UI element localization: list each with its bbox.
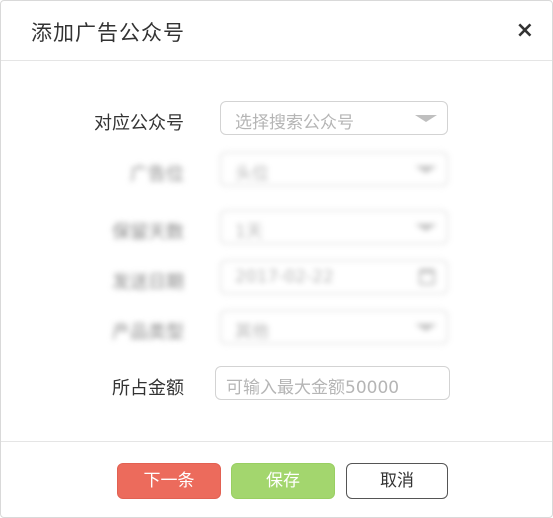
product-type-label: 产品类型 (112, 322, 184, 343)
form-row-ad-slot: 广告位 头位 (1, 152, 552, 188)
chevron-down-icon (415, 166, 437, 173)
add-ad-account-dialog: 添加广告公众号 × 对应公众号 选择搜索公众号 广告位 头位 保留天数 1天 发… (0, 0, 553, 518)
form-row-account: 对应公众号 选择搜索公众号 (1, 101, 552, 137)
amount-label: 所占金额 (112, 378, 184, 399)
keep-days-select[interactable]: 1天 (220, 210, 448, 244)
close-icon[interactable]: × (516, 19, 534, 43)
amount-placeholder: 可输入最大金额50000 (226, 378, 400, 398)
form-row-send-date: 发送日期 2017-02-22 (1, 260, 552, 296)
ad-slot-select[interactable]: 头位 (220, 152, 448, 186)
form-row-product-type: 产品类型 其他 (1, 310, 552, 346)
save-button[interactable]: 保存 (231, 463, 335, 499)
product-type-value: 其他 (235, 322, 269, 342)
account-label: 对应公众号 (94, 113, 184, 134)
chevron-down-icon (415, 115, 437, 122)
keep-days-label: 保留天数 (112, 222, 184, 243)
account-select[interactable]: 选择搜索公众号 (220, 101, 448, 135)
next-button[interactable]: 下一条 (117, 463, 221, 499)
account-placeholder: 选择搜索公众号 (235, 113, 354, 133)
dialog-header: 添加广告公众号 × (1, 1, 552, 61)
cancel-button[interactable]: 取消 (346, 463, 448, 499)
ad-slot-value: 头位 (235, 164, 269, 184)
form-row-amount: 所占金额 可输入最大金额50000 (1, 366, 552, 402)
send-date-input[interactable]: 2017-02-22 (220, 260, 448, 294)
dialog-footer: 下一条 保存 取消 (1, 441, 552, 517)
amount-input[interactable]: 可输入最大金额50000 (215, 366, 450, 400)
chevron-down-icon (415, 224, 437, 231)
dialog-title: 添加广告公众号 (31, 21, 185, 45)
product-type-select[interactable]: 其他 (220, 310, 448, 344)
ad-slot-label: 广告位 (130, 164, 184, 185)
send-date-label: 发送日期 (112, 272, 184, 293)
form-row-keep-days: 保留天数 1天 (1, 210, 552, 246)
keep-days-value: 1天 (235, 222, 263, 242)
calendar-icon[interactable] (419, 269, 435, 285)
send-date-value: 2017-02-22 (235, 267, 334, 287)
chevron-down-icon (415, 324, 437, 331)
